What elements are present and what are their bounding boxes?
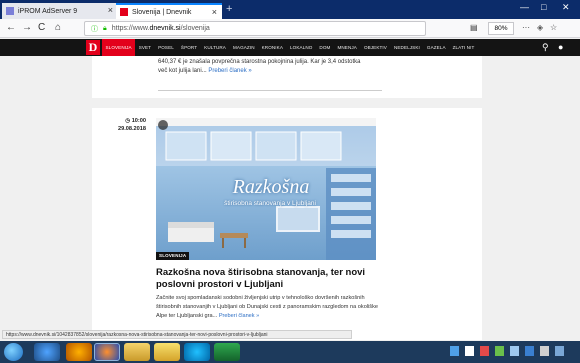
file-explorer-icon[interactable]: [124, 343, 150, 361]
site-header: D SLOVENIJA SVET POSEL ŠPORT KULTURA MAG…: [0, 39, 580, 56]
tray-network-icon[interactable]: [450, 346, 459, 356]
info-icon[interactable]: ⓘ: [91, 24, 98, 34]
image-subheadline: štirisobna stanovanja v Ljubljani: [224, 200, 316, 207]
iprom-favicon-icon: [6, 7, 14, 15]
dnevnik-logo[interactable]: D: [86, 40, 100, 55]
read-more-link[interactable]: Preberi članek »: [208, 68, 251, 74]
system-tray: [450, 346, 564, 358]
menu-item-mnenja[interactable]: MNENJA: [334, 39, 361, 56]
url-path: /slovenija: [180, 25, 210, 32]
tray-antivirus-icon[interactable]: [480, 346, 489, 356]
close-tab-icon[interactable]: ×: [212, 7, 217, 17]
forward-button[interactable]: →: [22, 22, 32, 33]
tray-clock-icon[interactable]: [540, 346, 549, 356]
article-time: 10:00: [131, 118, 146, 124]
category-tag[interactable]: SLOVENIJA: [156, 252, 190, 260]
reload-button[interactable]: C: [38, 22, 45, 33]
folder-icon[interactable]: [154, 343, 180, 361]
browser-tab-strip: iPROM AdServer 9 × Slovenija | Dnevnik ×…: [0, 0, 580, 19]
lock-icon: 🔒︎: [103, 24, 107, 32]
menu-item-posel[interactable]: POSEL: [155, 39, 178, 56]
page-actions-menu[interactable]: ···: [522, 23, 530, 32]
excerpt-line: 640,37 € je znašala povprečna starostna …: [158, 59, 361, 65]
menu-item-lokalno[interactable]: LOKALNO: [287, 39, 316, 56]
tray-display-icon[interactable]: [525, 346, 534, 356]
dnevnik-favicon-icon: [120, 8, 128, 16]
back-button[interactable]: ←: [6, 22, 16, 33]
show-desktop-icon[interactable]: [555, 346, 564, 356]
ie-icon[interactable]: [34, 343, 60, 361]
new-tab-button[interactable]: +: [226, 3, 232, 15]
browser-navbar: ← → C ⌂ ⓘ 🔒︎ https://www. dnevnik.si /sl…: [0, 19, 580, 38]
article-timestamp: ◷ 10:00 29.08.2018: [116, 118, 146, 133]
close-window-button[interactable]: ✕: [562, 2, 570, 13]
firefox-icon[interactable]: [94, 343, 120, 361]
previous-article-excerpt: 640,37 € je znašala povprečna starostna …: [158, 58, 390, 75]
menu-item-kultura[interactable]: KULTURA: [201, 39, 230, 56]
divider: [158, 90, 382, 91]
clock-icon: ◷: [125, 118, 131, 124]
tab-iprom-adserver[interactable]: iPROM AdServer 9 ×: [2, 3, 118, 19]
menu-item-kronika[interactable]: KRONIKA: [258, 39, 286, 56]
menu-item-nedeljski[interactable]: NEDELJSKI: [390, 39, 423, 56]
read-more-link[interactable]: Preberi članek »: [219, 313, 259, 319]
article-excerpt: Začnite svoj spomladanski sodobni življe…: [156, 294, 386, 321]
start-button[interactable]: [4, 343, 23, 361]
bookmark-star-icon[interactable]: ☆: [550, 23, 557, 32]
article-image[interactable]: Razkošna štirisobna stanovanja v Ljublja…: [156, 118, 376, 260]
skype-icon[interactable]: [184, 343, 210, 361]
search-icon[interactable]: ⚲: [542, 42, 549, 53]
reader-view-icon[interactable]: ▤: [470, 23, 478, 32]
url-prefix: https://www.: [111, 25, 150, 32]
tab-label: iPROM AdServer 9: [18, 7, 78, 15]
maximize-button[interactable]: □: [541, 2, 546, 12]
tray-flag-icon[interactable]: [465, 346, 474, 356]
status-url-overlay: https://www.dnevnik.si/1042837852/sloven…: [2, 330, 352, 339]
article-title[interactable]: Razkošna nova štirisobna stanovanja, ter…: [156, 267, 386, 291]
user-icon[interactable]: ●: [558, 42, 563, 52]
menu-item-svet[interactable]: SVET: [135, 39, 154, 56]
article-date: 29.08.2018: [118, 125, 146, 132]
menu-item-dom[interactable]: DOM: [316, 39, 334, 56]
tray-volume-icon[interactable]: [510, 346, 519, 356]
os-taskbar: [0, 341, 580, 363]
close-tab-icon[interactable]: ×: [108, 5, 113, 15]
excerpt-text: Začnite svoj spomladanski sodobni življe…: [156, 295, 378, 319]
excel-icon[interactable]: [214, 343, 240, 361]
url-bar[interactable]: ⓘ 🔒︎ https://www. dnevnik.si /slovenija: [84, 21, 426, 36]
image-headline: Razkošna: [232, 176, 310, 198]
media-player-icon[interactable]: [66, 343, 92, 361]
menu-item-zlati-nit[interactable]: ZLATI NIT: [449, 39, 478, 56]
tab-dnevnik-slovenija[interactable]: Slovenija | Dnevnik ×: [116, 3, 222, 19]
minimize-button[interactable]: —: [520, 2, 529, 12]
menu-item-sport[interactable]: ŠPORT: [177, 39, 200, 56]
pocket-icon[interactable]: ◈: [537, 23, 543, 32]
menu-item-slovenija[interactable]: SLOVENIJA: [102, 39, 136, 56]
menu-item-gazela[interactable]: GAZELA: [423, 39, 449, 56]
url-host: dnevnik.si: [149, 25, 181, 32]
page-content: 640,37 € je znašala povprečna starostna …: [0, 56, 580, 340]
zoom-indicator[interactable]: 80%: [488, 22, 514, 35]
site-main-menu: SLOVENIJA SVET POSEL ŠPORT KULTURA MAGAZ…: [102, 39, 478, 56]
excerpt-line: več kot julija lani...: [158, 67, 207, 74]
home-button[interactable]: ⌂: [55, 22, 61, 33]
previous-article-card: 640,37 € je znašala povprečna starostna …: [92, 56, 482, 98]
tab-label: Slovenija | Dnevnik: [132, 8, 192, 16]
menu-item-objektiv[interactable]: OBJEKTIV: [360, 39, 390, 56]
article-card: ◷ 10:00 29.08.2018 Razkošna štirisobna s…: [92, 108, 482, 340]
menu-item-magazin[interactable]: MAGAZIN: [229, 39, 258, 56]
tray-app-icon[interactable]: [495, 346, 504, 356]
